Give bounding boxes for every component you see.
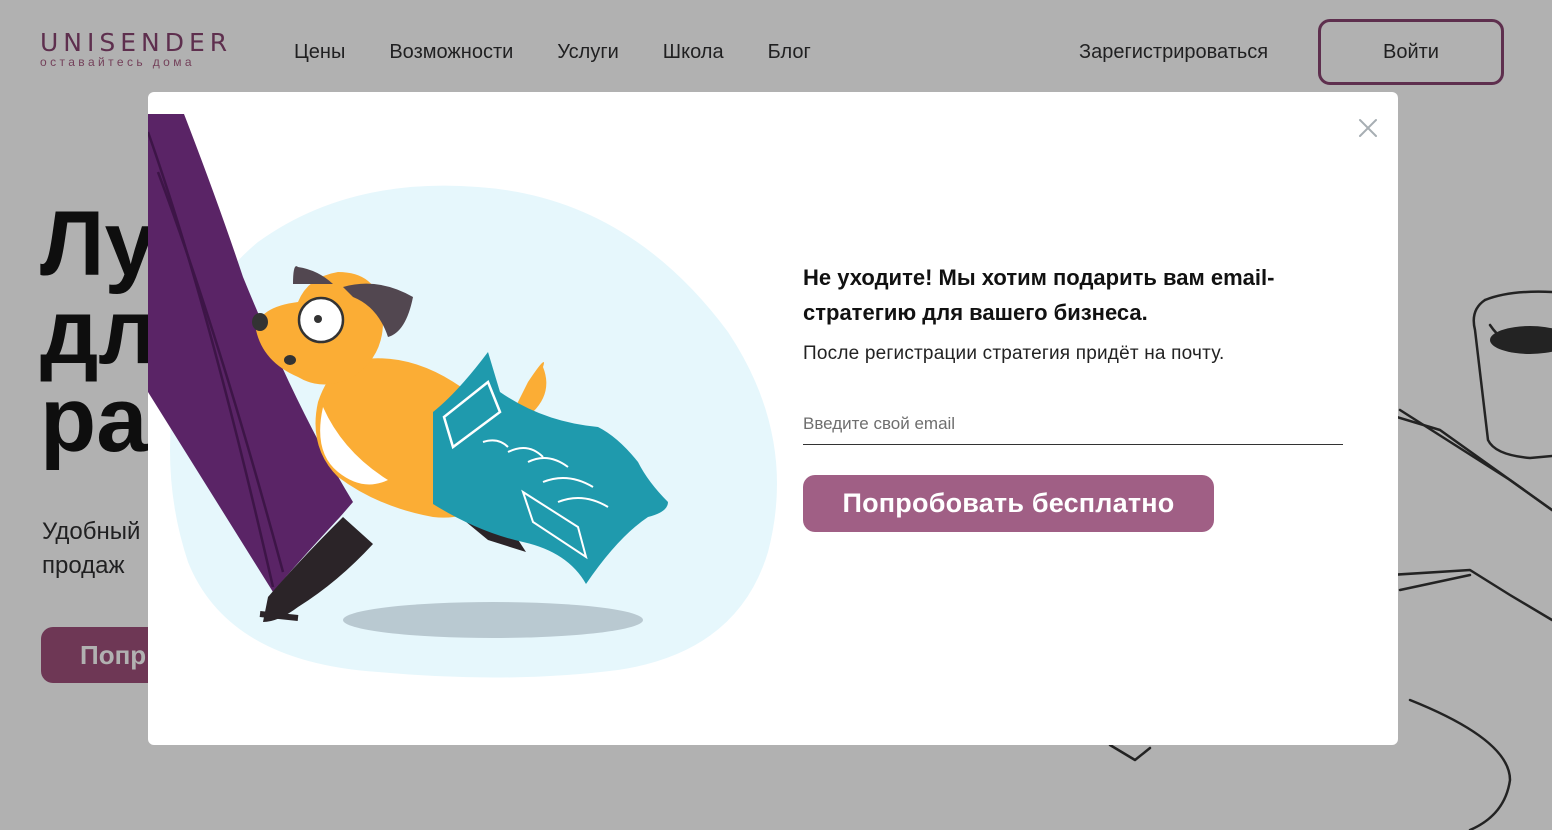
email-field-wrapper — [803, 405, 1343, 445]
dog-illustration — [148, 114, 777, 678]
modal-title: Не уходите! Мы хотим подарить вам email-… — [803, 265, 1275, 325]
exit-intent-modal: Не уходите! Мы хотим подарить вам email-… — [148, 92, 1398, 745]
close-icon[interactable] — [1356, 116, 1380, 140]
email-input[interactable] — [803, 405, 1343, 443]
try-free-button[interactable]: Попробовать бесплатно — [803, 475, 1214, 532]
modal-description: После регистрации стратегия придёт на по… — [803, 343, 1225, 364]
